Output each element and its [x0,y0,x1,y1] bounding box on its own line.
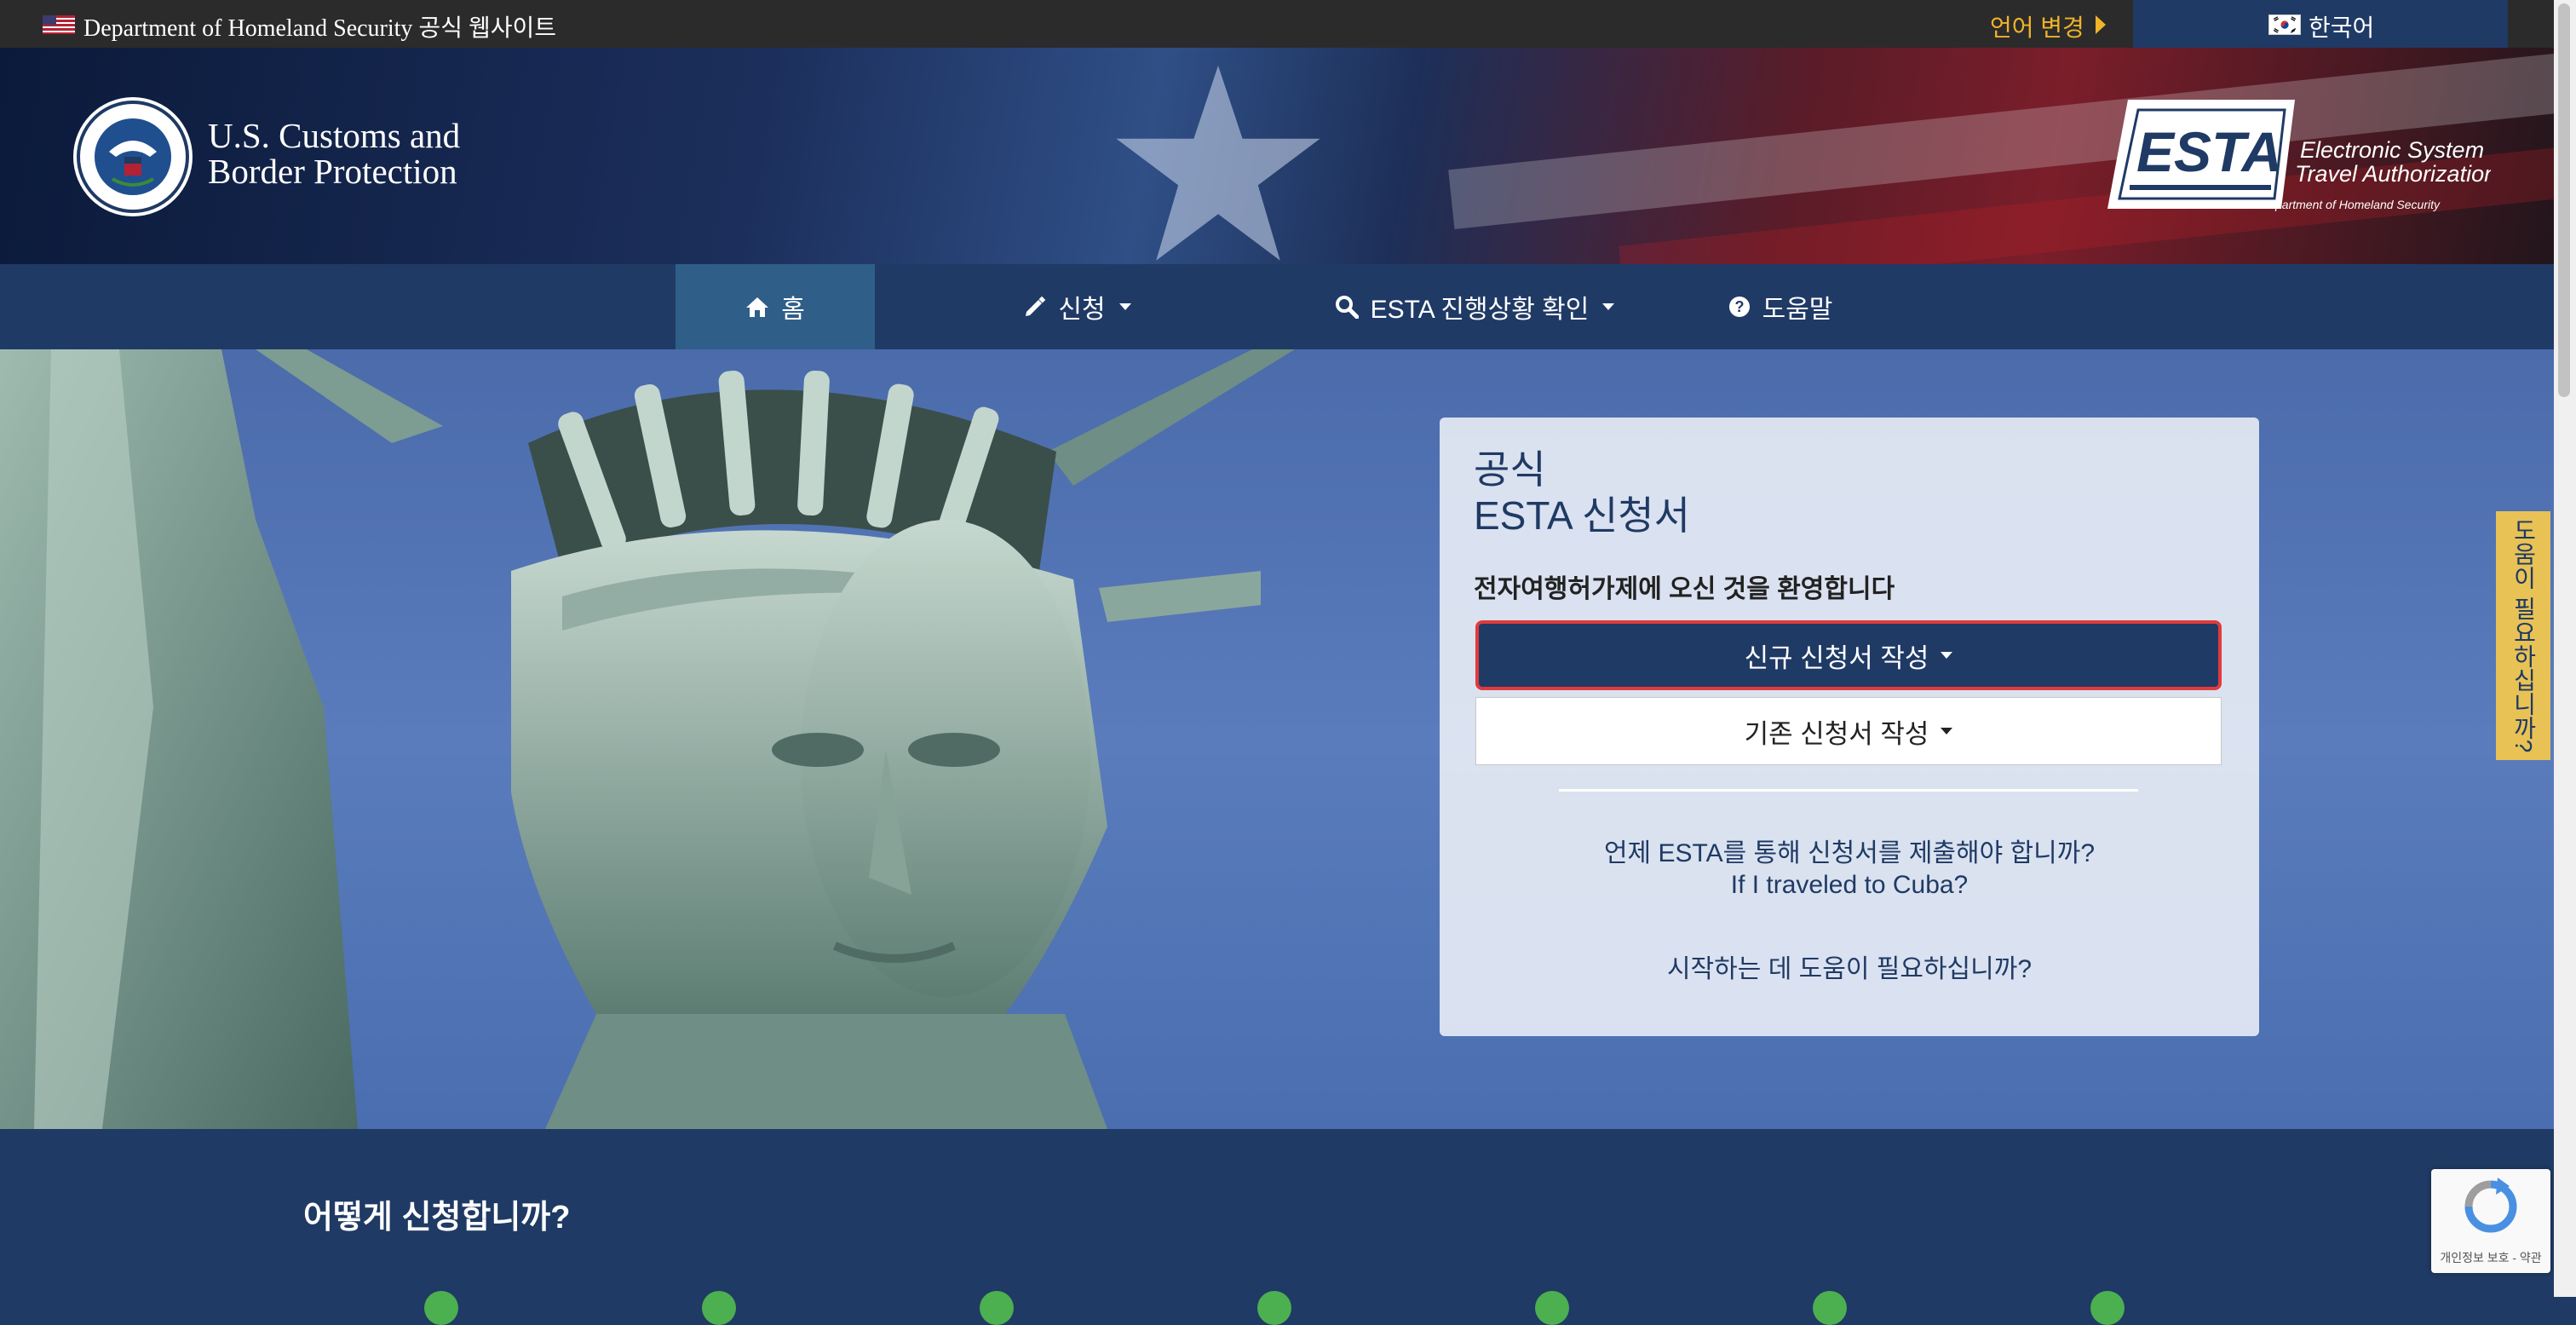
card-title-line: ESTA 신청서 [1474,493,1690,538]
statue-of-liberty-image [0,349,1295,1129]
current-language-label[interactable]: 한국어 [2309,9,2374,43]
agency-name-line: Border Protection [208,152,457,191]
esta-logo[interactable]: ESTA Electronic System for Travel Author… [2099,96,2491,216]
esta-logo-text: ESTA [2136,120,2282,183]
recaptcha-icon [2464,1178,2517,1233]
svg-text:?: ? [1734,298,1744,315]
flag-star-decoration [1116,66,1320,261]
esta-tagline-line: Travel Authorization [2295,161,2491,187]
new-application-button[interactable]: 신규 신청서 작성 [1475,620,2222,690]
card-title: 공식 ESTA 신청서 [1474,446,1690,539]
us-flag-icon [43,15,75,34]
dhs-seal-logo[interactable] [72,95,194,218]
caret-down-icon [1941,728,1953,735]
nav-item-home[interactable]: 홈 [676,264,875,349]
caret-down-icon [1941,652,1953,659]
nav-item-label: ESTA 진행상황 확인 [1370,296,1590,324]
nav-item-label: 신청 [1058,296,1106,324]
cbp-agency-name[interactable]: U.S. Customs and Border Protection [208,118,460,189]
help-side-tab[interactable]: 도움이 필요하십니까? [2496,511,2550,760]
step-indicator [702,1291,736,1325]
recaptcha-badge[interactable]: 개인정보 보호 - 약관 [2431,1169,2550,1273]
search-icon [1335,296,1359,319]
agency-name-line: U.S. Customs and [208,116,461,155]
divider [1559,789,2138,792]
language-change-link[interactable]: 언어 변경 [1990,9,2084,43]
official-site-label: Department of Homeland Security 공식 웹사이트 [83,15,556,42]
esta-application-card: 공식 ESTA 신청서 전자여행허가제에 오신 것을 환영합니다 신규 신청서 … [1440,418,2259,1036]
recaptcha-privacy-terms[interactable]: 개인정보 보호 - 약관 [2431,1249,2550,1266]
question-circle-icon: ? [1728,297,1750,317]
pencil-icon [1026,296,1046,316]
caret-down-icon [1602,303,1615,310]
nav-item-check-status[interactable]: ESTA 진행상황 확인 [1334,264,1615,349]
card-title-line: 공식 [1474,447,1546,492]
existing-application-button[interactable]: 기존 신청서 작성 [1475,697,2222,765]
nav-item-apply[interactable]: 신청 [997,264,1159,349]
section-title: 어떻게 신청합니까? [303,1200,571,1236]
step-indicator [980,1291,1014,1325]
nav-item-label: 도움말 [1762,296,1833,324]
nav-item-help[interactable]: ? 도움말 [1712,264,1849,349]
chevron-right-icon[interactable] [2096,15,2106,34]
when-esta-link[interactable]: 언제 ESTA를 통해 신청서를 제출해야 합니까? [1440,832,2259,869]
esta-dept-text: U.S. Department of Homeland Security [2234,198,2441,211]
step-indicator [2090,1291,2125,1325]
step-indicator [1257,1291,1291,1325]
button-label: 기존 신청서 작성 [1744,718,1929,749]
step-indicator [1535,1291,1569,1325]
home-icon [746,297,769,317]
cuba-travel-link[interactable]: If I traveled to Cuba? [1440,871,2259,900]
top-bar: Department of Homeland Security 공식 웹사이트 … [0,0,2554,48]
main-nav: 홈 신청 ESTA 진행상황 확인 ? 도움말 [0,264,2554,349]
step-indicator [1813,1291,1847,1325]
how-to-apply-section: 어떻게 신청합니까? [0,1129,2554,1325]
nav-item-label: 홈 [781,296,805,324]
caret-down-icon [1118,303,1131,310]
welcome-text: 전자여행허가제에 오신 것을 환영합니다 [1474,575,1895,603]
get-started-help-link[interactable]: 시작하는 데 도움이 필요하십니까? [1440,948,2259,985]
korea-flag-icon [2268,14,2301,35]
step-indicator [424,1291,458,1325]
scrollbar-thumb[interactable] [2558,3,2570,397]
button-label: 신규 신청서 작성 [1744,642,1929,673]
esta-tagline-line: Electronic System for [2300,137,2491,163]
